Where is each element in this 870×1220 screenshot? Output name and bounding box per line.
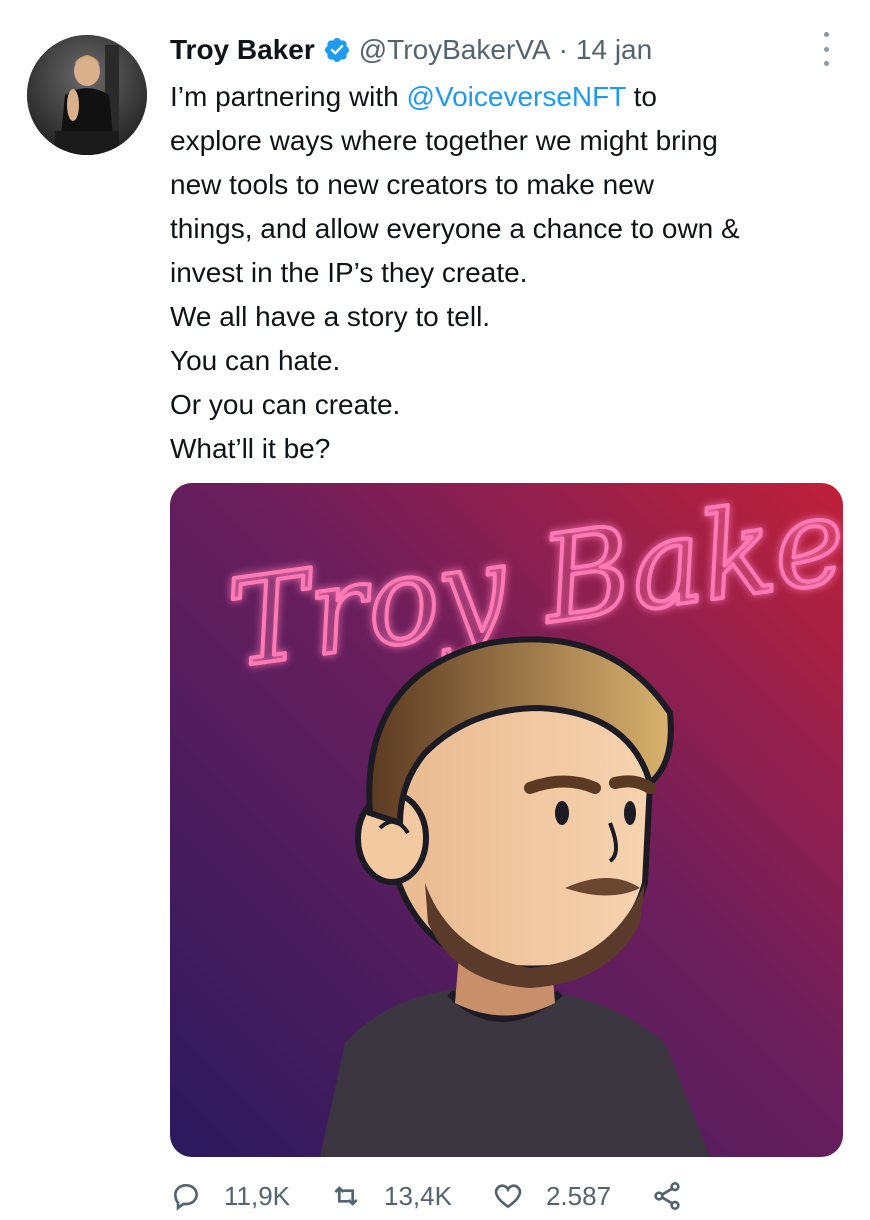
- avatar-photo: [27, 35, 147, 155]
- tweet-line: You can hate.: [170, 345, 341, 376]
- reply-action[interactable]: 11,9K: [170, 1180, 290, 1212]
- reply-count: 11,9K: [224, 1180, 291, 1211]
- tweet-action-bar: 11,9K 13,4K 2.587: [170, 1180, 830, 1220]
- share-action[interactable]: [651, 1180, 705, 1212]
- mention-link[interactable]: @VoiceverseNFT: [407, 81, 626, 112]
- tweet-line: What’ll it be?: [170, 433, 331, 464]
- tweet-body: I’m partnering with @VoiceverseNFT to ex…: [170, 75, 855, 471]
- more-options-icon[interactable]: [818, 32, 834, 66]
- tweet-header: Troy Baker @TroyBakerVA · 14 jan: [170, 30, 652, 70]
- author-name[interactable]: Troy Baker: [170, 34, 315, 66]
- tweet-date[interactable]: 14 jan: [576, 34, 652, 66]
- tweet-line: I’m partnering with @VoiceverseNFT to: [170, 75, 855, 119]
- tweet-line: Or you can create.: [170, 389, 401, 420]
- tweet-line: things, and allow everyone a chance to o…: [170, 213, 740, 244]
- tweet-media-image[interactable]: Troy Baker: [170, 483, 843, 1157]
- share-icon: [654, 1182, 680, 1210]
- tweet-text-segment: to: [625, 81, 657, 112]
- reply-icon: [173, 1183, 199, 1211]
- retweet-icon: [334, 1186, 358, 1206]
- author-avatar[interactable]: [27, 35, 147, 155]
- tweet-line: We all have a story to tell.: [170, 301, 491, 332]
- retweet-count: 13,4K: [384, 1180, 452, 1211]
- author-handle[interactable]: @TroyBakerVA: [359, 34, 551, 66]
- like-action[interactable]: 2.587: [492, 1180, 611, 1212]
- retweet-action[interactable]: 13,4K: [330, 1180, 452, 1212]
- tweet-line: explore ways where together we might bri…: [170, 125, 718, 156]
- heart-icon: [494, 1184, 522, 1209]
- tweet-line: new tools to new creators to make new: [170, 169, 655, 200]
- cartoon-portrait-illustration: Troy Baker: [170, 483, 843, 1157]
- like-count: 2.587: [545, 1180, 612, 1211]
- tweet-line: invest in the IP’s they create.: [170, 257, 528, 288]
- verified-badge-icon: [324, 38, 349, 62]
- header-separator: ·: [558, 34, 568, 65]
- tweet-text-segment: I’m partnering with: [170, 81, 407, 112]
